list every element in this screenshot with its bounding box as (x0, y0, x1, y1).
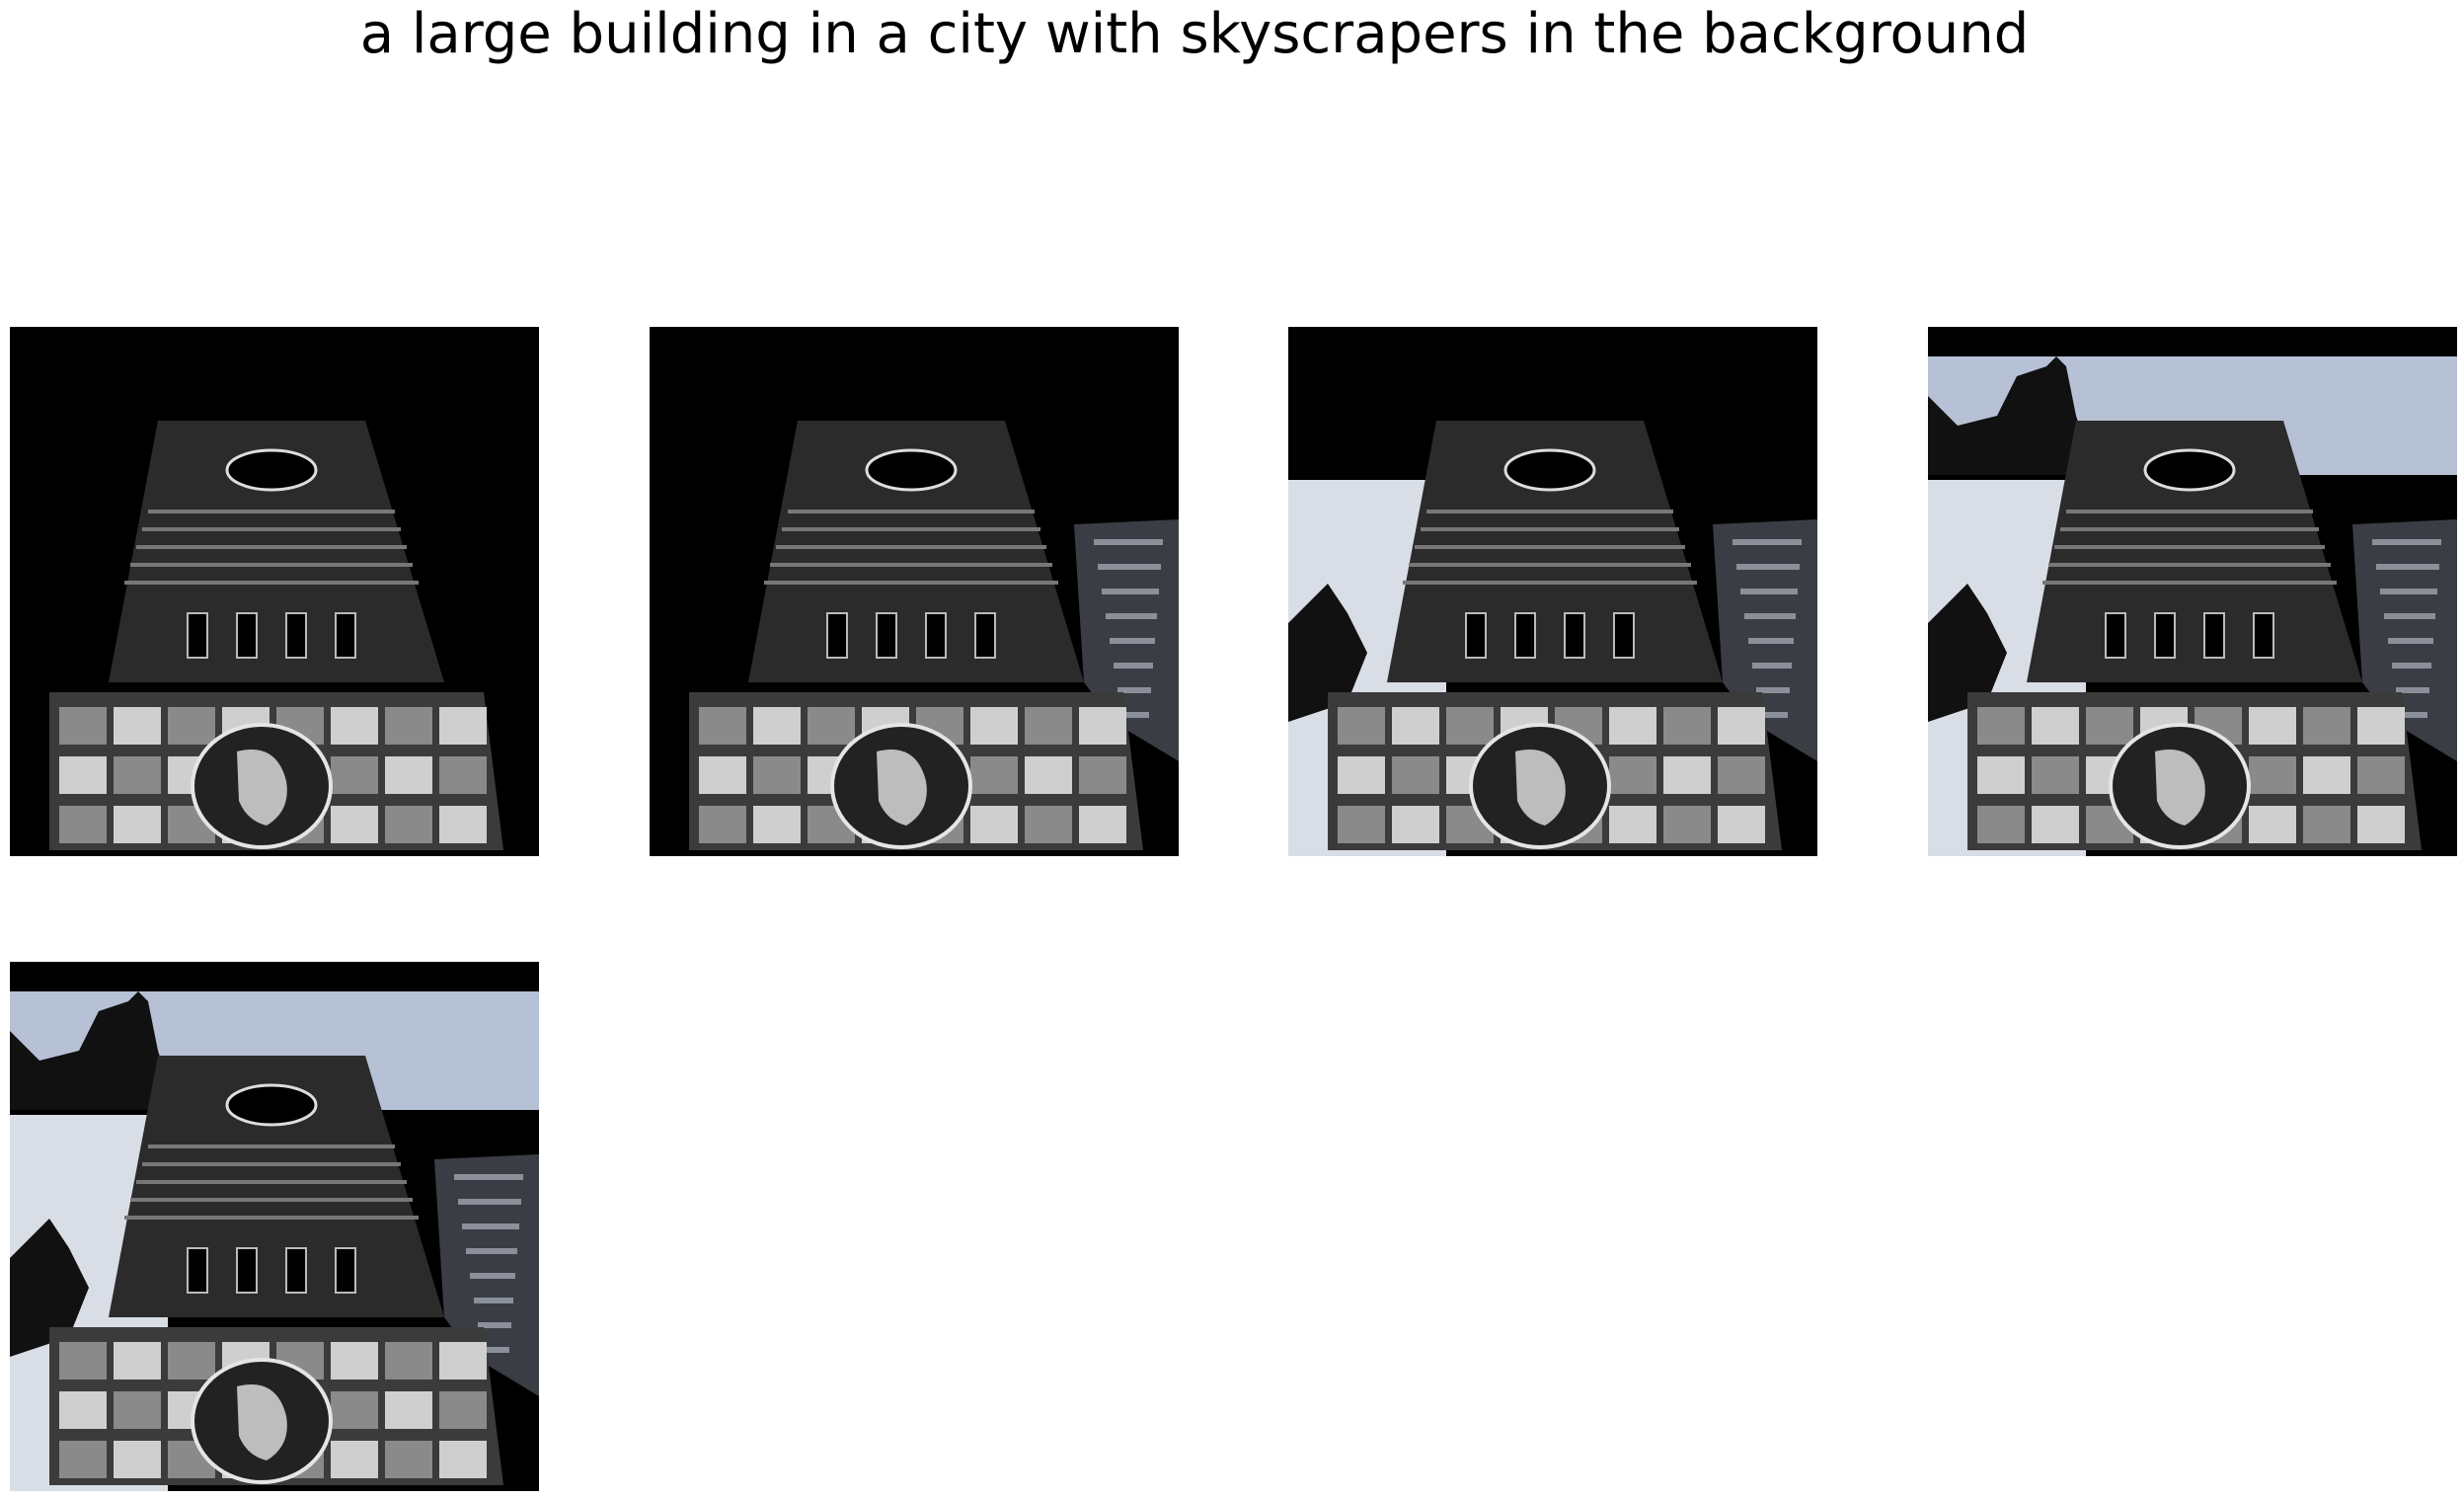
image-panel-1 (10, 327, 539, 856)
image-panel-5 (10, 962, 539, 1491)
building-image (1288, 327, 1817, 856)
building-image (650, 327, 1179, 856)
image-panel-2 (650, 327, 1179, 856)
image-panel-4 (1928, 327, 2457, 856)
image-panel-3 (1288, 327, 1817, 856)
building-image (10, 962, 539, 1491)
figure-caption: a large building in a city with skyscrap… (359, 2, 2030, 66)
building-image (1928, 327, 2457, 856)
building-image (10, 327, 539, 856)
